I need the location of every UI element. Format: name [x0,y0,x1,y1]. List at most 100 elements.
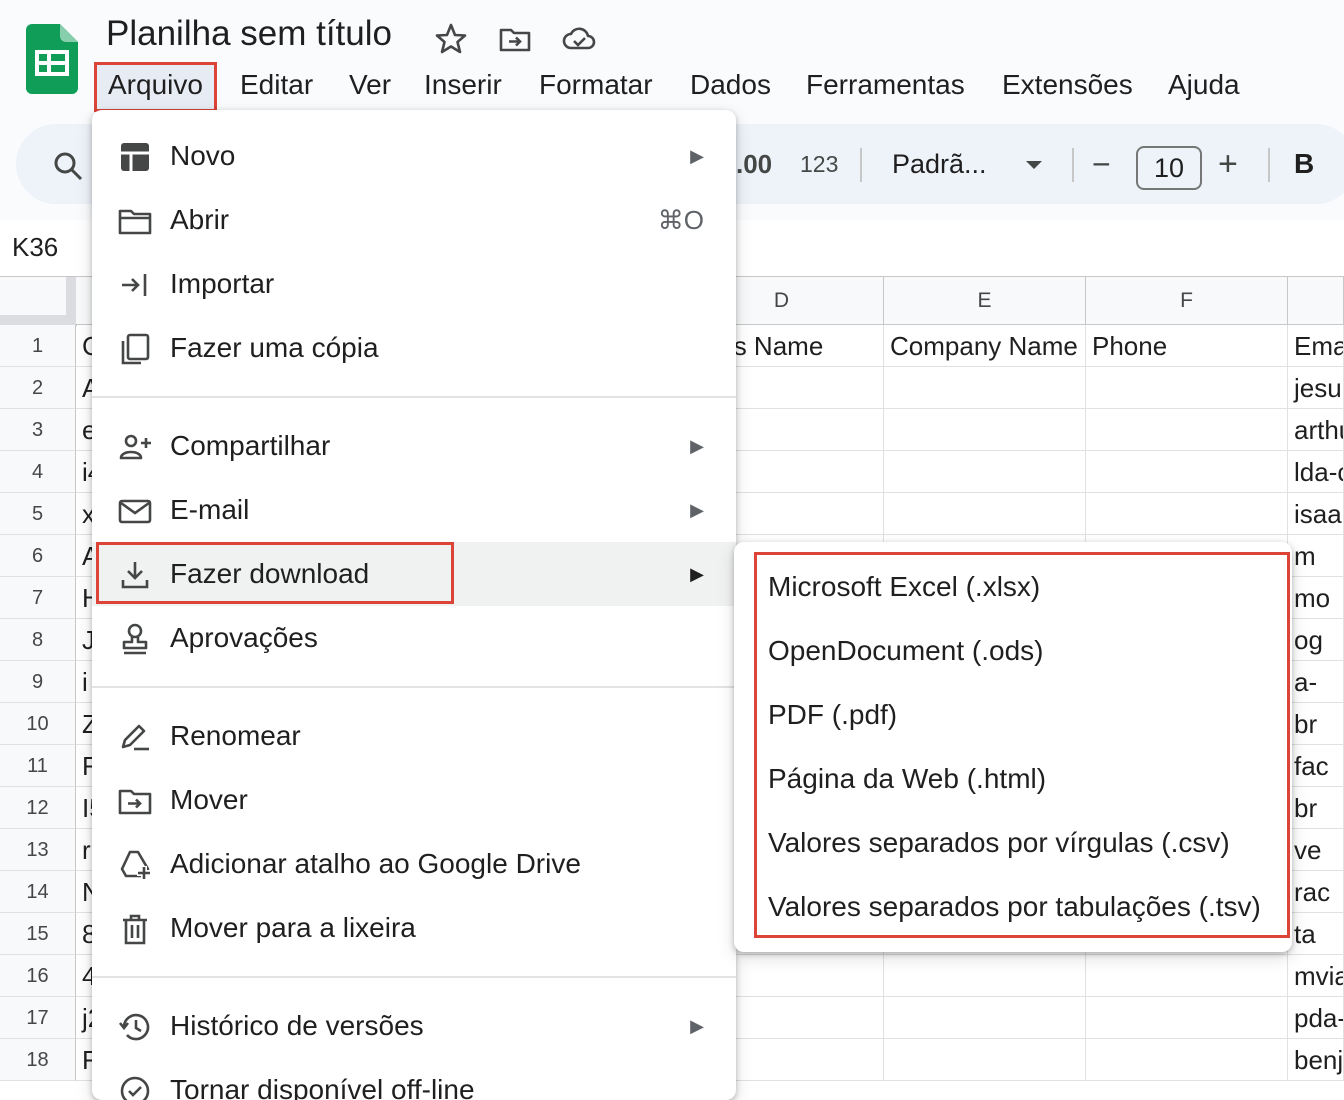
cell-f[interactable] [1086,367,1288,409]
menu-formatar[interactable]: Formatar [539,62,653,108]
file-menu-atalho[interactable]: Adicionar atalho ao Google Drive [92,832,736,896]
menu-ver[interactable]: Ver [349,62,391,108]
cell-f[interactable] [1086,451,1288,493]
download-pdf[interactable]: PDF (.pdf) [768,683,897,747]
cell-e[interactable] [884,997,1086,1039]
row-header[interactable]: 1 [0,325,76,367]
row-header[interactable]: 8 [0,619,76,661]
column-header-e[interactable]: E [884,277,1086,325]
move-folder-icon[interactable] [498,22,532,56]
folder-icon [118,209,152,235]
row-header[interactable]: 6 [0,535,76,577]
menu-arquivo[interactable]: Arquivo [94,62,217,112]
menu-extensoes[interactable]: Extensões [1002,62,1133,108]
font-size-input[interactable]: 10 [1136,146,1202,190]
increase-font-size-button[interactable]: + [1218,124,1238,204]
cell-g[interactable]: ve [1288,829,1344,871]
cell-g[interactable]: jesu [1288,367,1344,409]
download-xlsx[interactable]: Microsoft Excel (.xlsx) [768,555,1040,619]
document-title[interactable]: Planilha sem título [106,14,392,54]
freeze-row-handle[interactable] [0,315,76,325]
row-header[interactable]: 14 [0,871,76,913]
cell-g[interactable]: mo [1288,577,1344,619]
submenu-arrow-icon: ▶ [690,500,704,520]
column-header-g[interactable] [1288,277,1344,325]
menu-ajuda[interactable]: Ajuda [1168,62,1240,108]
cell-e[interactable] [884,1039,1086,1081]
cell-e[interactable]: Company Name [884,325,1086,367]
cell-g[interactable]: og [1288,619,1344,661]
file-menu-abrir[interactable]: Abrir ⌘O [92,188,736,252]
file-menu-mover[interactable]: Mover [92,768,736,832]
row-header[interactable]: 15 [0,913,76,955]
bold-button[interactable]: B [1294,124,1314,204]
file-menu-novo[interactable]: Novo ▶ [92,124,736,188]
download-csv[interactable]: Valores separados por vírgulas (.csv) [768,811,1230,875]
download-html[interactable]: Página da Web (.html) [768,747,1046,811]
file-menu-compartilhar[interactable]: Compartilhar ▶ [92,414,736,478]
file-menu-copia[interactable]: Fazer uma cópia [92,316,736,380]
row-header[interactable]: 5 [0,493,76,535]
cell-g[interactable]: mvia [1288,955,1344,997]
row-header[interactable]: 9 [0,661,76,703]
row-header[interactable]: 11 [0,745,76,787]
file-menu-renomear[interactable]: Renomear [92,704,736,768]
cell-f[interactable] [1086,1039,1288,1081]
file-menu-historico[interactable]: Histórico de versões ▶ [92,994,736,1058]
row-header[interactable]: 13 [0,829,76,871]
cell-g[interactable]: pda- [1288,997,1344,1039]
menu-inserir[interactable]: Inserir [424,62,502,108]
download-tsv[interactable]: Valores separados por tabulações (.tsv) [768,875,1261,939]
cell-g[interactable]: Ema [1288,325,1344,367]
cell-f[interactable] [1086,409,1288,451]
search-icon[interactable] [52,150,84,182]
font-family-select[interactable]: Padrã... [892,124,987,204]
cell-f[interactable] [1086,955,1288,997]
menu-ferramentas[interactable]: Ferramentas [806,62,965,108]
row-header[interactable]: 2 [0,367,76,409]
row-header[interactable]: 18 [0,1039,76,1081]
row-header[interactable]: 4 [0,451,76,493]
cell-f[interactable] [1086,493,1288,535]
row-header[interactable]: 12 [0,787,76,829]
row-header[interactable]: 10 [0,703,76,745]
cell-f[interactable]: Phone [1086,325,1288,367]
row-header[interactable]: 3 [0,409,76,451]
cell-g[interactable]: m [1288,535,1344,577]
cell-e[interactable] [884,451,1086,493]
cell-g[interactable]: benj [1288,1039,1344,1081]
cell-g[interactable]: lda-c [1288,451,1344,493]
cell-e[interactable] [884,409,1086,451]
row-header[interactable]: 7 [0,577,76,619]
cell-g[interactable]: br [1288,703,1344,745]
cell-f[interactable] [1086,997,1288,1039]
column-header-f[interactable]: F [1086,277,1288,325]
file-menu-aprovacoes[interactable]: Aprovações [92,606,736,670]
download-ods[interactable]: OpenDocument (.ods) [768,619,1043,683]
cell-g[interactable]: arthu [1288,409,1344,451]
number-format-button[interactable]: 123 [800,124,838,204]
cell-g[interactable]: isaa [1288,493,1344,535]
file-menu-importar[interactable]: Importar [92,252,736,316]
cell-g[interactable]: ta [1288,913,1344,955]
name-box[interactable]: K36 [12,232,58,263]
increase-decimal-button[interactable]: .00 [736,124,772,204]
cell-g[interactable]: rac [1288,871,1344,913]
cloud-saved-icon[interactable] [562,22,596,56]
star-icon[interactable] [434,22,468,56]
menu-dados[interactable]: Dados [690,62,771,108]
row-header[interactable]: 17 [0,997,76,1039]
sheets-logo-icon[interactable] [26,24,78,94]
cell-e[interactable] [884,955,1086,997]
cell-e[interactable] [884,367,1086,409]
cell-g[interactable]: br [1288,787,1344,829]
cell-g[interactable]: fac [1288,745,1344,787]
file-menu-lixeira[interactable]: Mover para a lixeira [92,896,736,960]
menu-editar[interactable]: Editar [240,62,313,108]
row-header[interactable]: 16 [0,955,76,997]
cell-g[interactable]: a- [1288,661,1344,703]
decrease-font-size-button[interactable]: − [1092,124,1111,204]
cell-e[interactable] [884,493,1086,535]
file-menu-email[interactable]: E-mail ▶ [92,478,736,542]
dropdown-caret-icon[interactable] [1024,158,1044,172]
